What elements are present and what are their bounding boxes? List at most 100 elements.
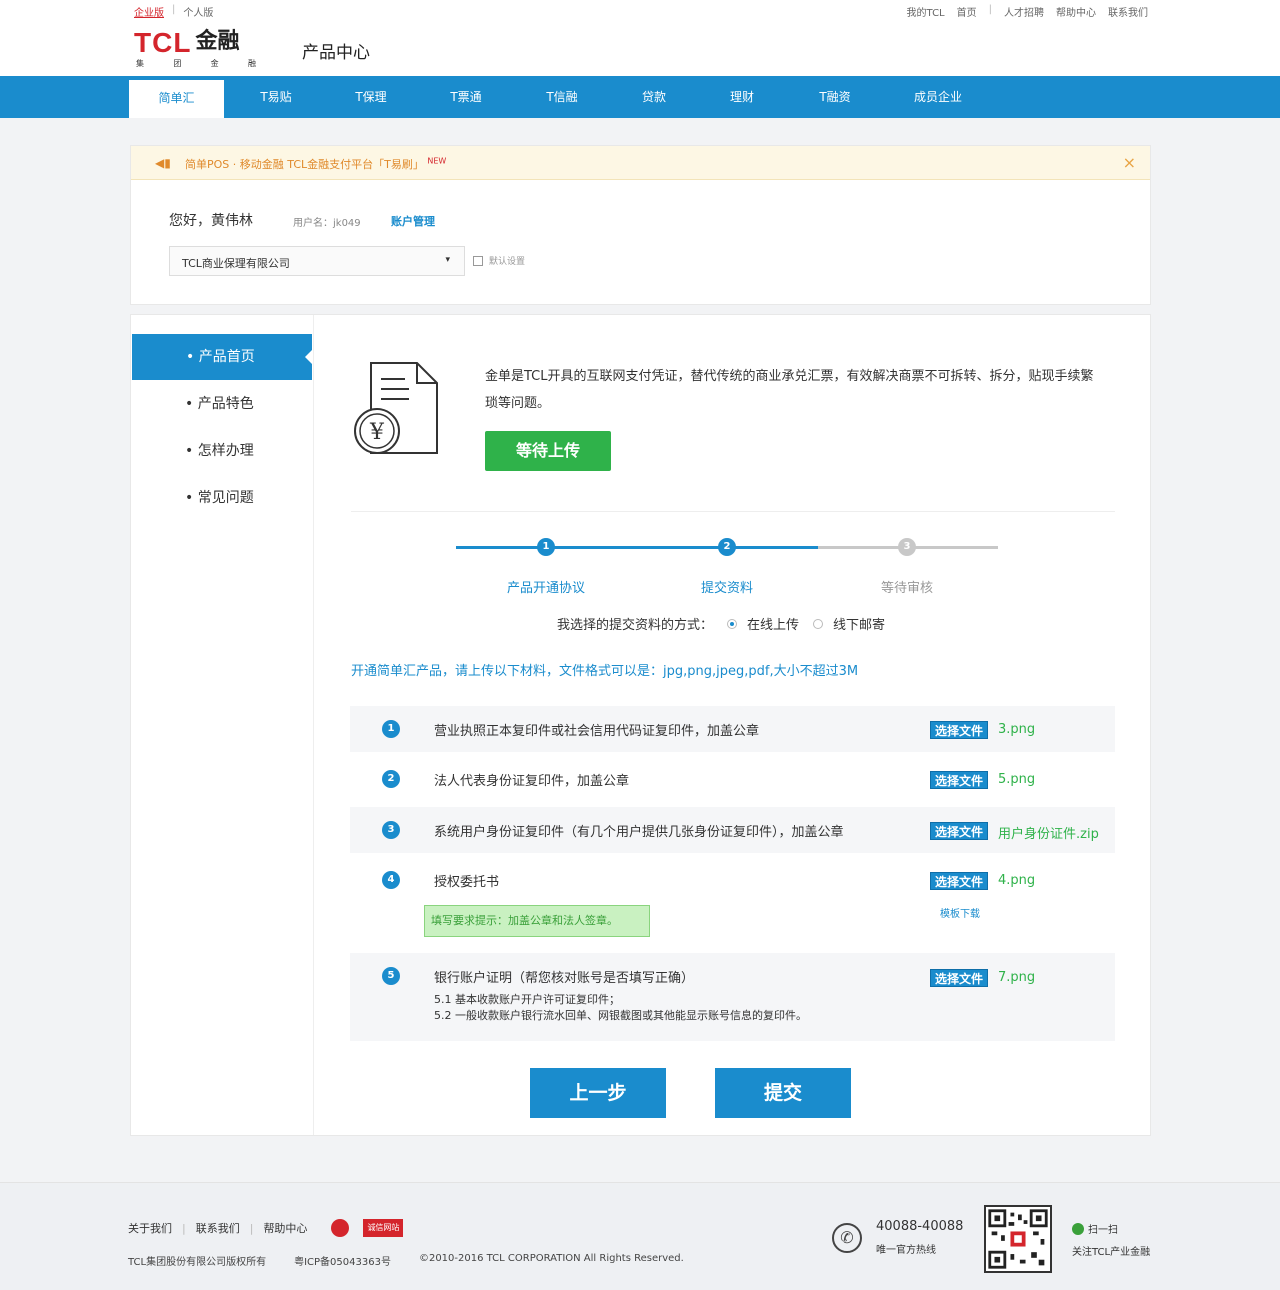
contact-link[interactable]: 联系我们 <box>1108 4 1148 19</box>
previous-step-button[interactable]: 上一步 <box>530 1068 666 1118</box>
enterprise-edition-link[interactable]: 企业版 <box>134 4 164 19</box>
step-dot-2: 2 <box>718 538 736 556</box>
company-select-value: TCL商业保理有限公司 <box>182 257 290 270</box>
edition-switch: 企业版 | 个人版 <box>134 4 214 19</box>
sidebar-item-features[interactable]: • 产品特色 <box>131 381 314 427</box>
site-footer: 关于我们 | 联系我们 | 帮助中心 诚信网站 TCL集团股份有限公司版权所有 … <box>0 1182 1280 1290</box>
requirement-row: 3 系统用户身份证复印件（有几个用户提供几张身份证复印件），加盖公章 选择文件 … <box>350 807 1115 853</box>
requirement-text: 银行账户证明（帮您核对账号是否填写正确） <box>434 971 695 986</box>
default-checkbox-label: 默认设置 <box>489 257 526 267</box>
my-tcl-link[interactable]: 我的TCL <box>907 4 945 19</box>
nav-item-txinrong[interactable]: T信融 <box>518 76 606 118</box>
sidebar-item-home[interactable]: • 产品首页 <box>132 334 313 380</box>
uploaded-file-name[interactable]: 4.png <box>998 873 1035 888</box>
close-icon[interactable]: × <box>1123 153 1136 172</box>
step-label-1: 产品开通协议 <box>506 581 585 596</box>
personal-edition-link[interactable]: 个人版 <box>183 4 213 19</box>
row-number: 5 <box>382 967 400 985</box>
greeting: 您好，黄伟林 <box>169 213 253 229</box>
notice-bar: ◀▮ 简单POS · 移动金融 TCL金融支付平台「T易刷」 NEW × <box>131 146 1150 180</box>
home-link[interactable]: 首页 <box>957 4 977 19</box>
upload-hint: 开通简单汇产品，请上传以下材料，文件格式可以是：jpg,png,jpeg,pdf… <box>351 664 859 679</box>
radio-online-label[interactable]: 在线上传 <box>747 614 799 633</box>
sidebar-item-faq[interactable]: • 常见问题 <box>131 475 314 521</box>
copyright: TCL集团股份有限公司版权所有 粤ICP备05043363号 ©2010-201… <box>128 1253 684 1268</box>
nav-item-finance[interactable]: 理财 <box>702 76 782 118</box>
choose-file-button[interactable]: 选择文件 <box>930 822 989 840</box>
choose-file-button[interactable]: 选择文件 <box>930 721 989 739</box>
requirement-subtext: 5.2 一般收款账户银行流水回单、网银截图或其他能显示账号信息的复印件。 <box>434 1009 807 1022</box>
svg-text:¥: ¥ <box>369 420 385 445</box>
wechat-icon <box>1072 1222 1084 1235</box>
document-yuan-icon: ¥ <box>354 362 438 454</box>
logo-jr-text: 金融 <box>195 29 240 54</box>
requirement-row: 4 授权委托书 选择文件 4.png 模板下载 填写要求提示：加盖公章和法人签章… <box>350 857 1115 949</box>
requirement-row: 2 法人代表身份证复印件，加盖公章 选择文件 5.png <box>350 756 1115 802</box>
template-download-link[interactable]: 模板下载 <box>940 905 980 920</box>
radio-online[interactable] <box>727 618 738 629</box>
recruit-link[interactable]: 人才招聘 <box>1004 4 1044 19</box>
requirement-row: 5 银行账户证明（帮您核对账号是否填写正确） 5.1 基本收款账户开户许可证复印… <box>350 953 1115 1041</box>
nav-item-tbaoli[interactable]: T保理 <box>328 76 414 118</box>
sidebar-item-howto[interactable]: • 怎样办理 <box>131 428 314 474</box>
nav-item-tpiaotong[interactable]: T票通 <box>422 76 510 118</box>
qr-code-icon <box>984 1205 1052 1273</box>
step-label-3: 等待审核 <box>880 581 933 596</box>
notice-text[interactable]: 简单POS · 移动金融 TCL金融支付平台「T易刷」 NEW <box>185 156 446 172</box>
requirement-subtext: 5.1 基本收款账户开户许可证复印件； <box>434 993 620 1006</box>
company-select[interactable]: TCL商业保理有限公司 ▾ <box>169 246 465 276</box>
requirement-text: 授权委托书 <box>434 875 500 890</box>
footer-help-link[interactable]: 帮助中心 <box>263 1220 307 1236</box>
nav-item-trongzi[interactable]: T融资 <box>790 76 880 118</box>
uploaded-file-name[interactable]: 3.png <box>998 722 1035 737</box>
checkbox-box[interactable] <box>473 255 483 266</box>
choose-file-button[interactable]: 选择文件 <box>930 872 989 890</box>
nav-item-members[interactable]: 成员企业 <box>888 76 988 118</box>
radio-offline[interactable] <box>813 618 824 629</box>
row-number: 1 <box>382 720 400 738</box>
progress-line-done <box>456 546 818 549</box>
help-center-link[interactable]: 帮助中心 <box>1056 4 1096 19</box>
row-number: 3 <box>382 821 400 839</box>
footer-about-link[interactable]: 关于我们 <box>128 1220 172 1236</box>
uploaded-file-name[interactable]: 用户身份证件.zip <box>998 823 1099 842</box>
top-utility-bar: 企业版 | 个人版 我的TCL 首页 | 人才招聘 帮助中心 联系我们 <box>0 0 1280 20</box>
new-badge: NEW <box>427 156 447 166</box>
choose-file-button[interactable]: 选择文件 <box>930 969 989 987</box>
divider <box>351 511 1115 512</box>
site-header: TCL 金融 集 团 金 融 产品中心 <box>0 20 1280 76</box>
user-panel: ◀▮ 简单POS · 移动金融 TCL金融支付平台「T易刷」 NEW × 您好，… <box>130 145 1151 305</box>
row-number: 4 <box>382 871 400 889</box>
main-nav: 简单汇 T易贴 T保理 T票通 T信融 贷款 理财 T融资 成员企业 <box>0 76 1280 118</box>
requirement-row: 1 营业执照正本复印件或社会信用代码证复印件，加盖公章 选择文件 3.png <box>350 706 1115 752</box>
hotline-number: 40088-40088 <box>876 1219 964 1234</box>
default-checkbox[interactable]: 默认设置 <box>473 254 525 267</box>
uploaded-file-name[interactable]: 7.png <box>998 970 1035 985</box>
product-panel: • 产品首页 • 产品特色 • 怎样办理 • 常见问题 ¥ 金单是TCL开具的互… <box>130 314 1151 1136</box>
logo-tcl-text: TCL <box>134 27 192 58</box>
submit-button[interactable]: 提交 <box>715 1068 851 1118</box>
phone-icon: ✆ <box>832 1223 862 1253</box>
requirement-text: 系统用户身份证复印件（有几个用户提供几张身份证复印件），加盖公章 <box>434 825 844 840</box>
fill-requirement-tip: 填写要求提示：加盖公章和法人签章。 <box>424 905 650 937</box>
logo-subtitle: 集 团 金 融 <box>136 59 256 68</box>
submit-method-label: 我选择的提交资料的方式： <box>557 618 714 633</box>
choose-file-button[interactable]: 选择文件 <box>930 771 989 789</box>
radio-offline-label[interactable]: 线下邮寄 <box>833 614 885 633</box>
tcl-logo[interactable]: TCL 金融 <box>134 28 239 58</box>
requirement-text: 法人代表身份证复印件，加盖公章 <box>434 774 630 789</box>
step-dot-1: 1 <box>537 538 555 556</box>
trust-seal-icon[interactable] <box>331 1219 350 1237</box>
uploaded-file-name[interactable]: 5.png <box>998 772 1035 787</box>
sidebar: • 产品首页 • 产品特色 • 怎样办理 • 常见问题 <box>131 315 314 1135</box>
trust-badge[interactable]: 诚信网站 <box>363 1219 404 1237</box>
step-dot-3: 3 <box>898 538 916 556</box>
awaiting-upload-status-button[interactable]: 等待上传 <box>485 431 611 471</box>
footer-contact-link[interactable]: 联系我们 <box>196 1220 240 1236</box>
nav-item-loan[interactable]: 贷款 <box>614 76 694 118</box>
account-management-link[interactable]: 账户管理 <box>391 213 435 229</box>
nav-item-jiandanhui[interactable]: 简单汇 <box>129 80 224 118</box>
nav-item-tyitie[interactable]: T易贴 <box>232 76 320 118</box>
submit-method: 我选择的提交资料的方式： 在线上传 线下邮寄 <box>557 614 885 633</box>
step-label-2: 提交资料 <box>700 581 753 596</box>
